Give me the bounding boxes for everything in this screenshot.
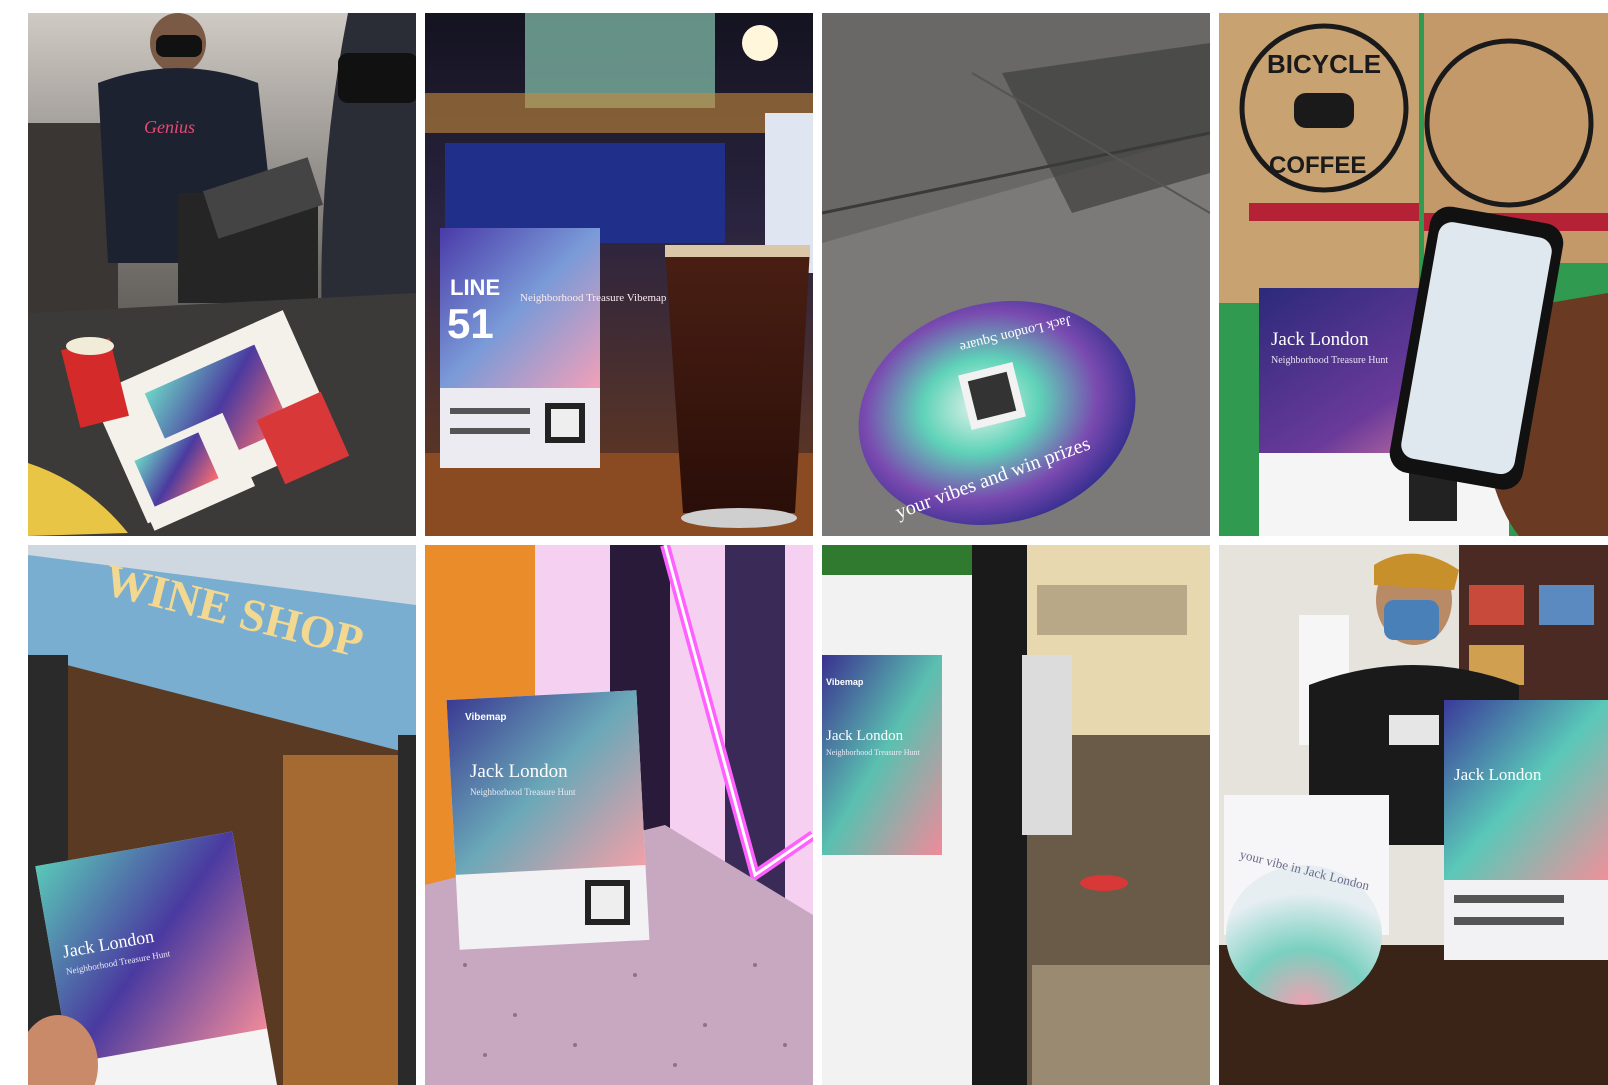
coffee-scene: BICYCLE COFFEE Jack London Neighborhood …: [1219, 13, 1608, 536]
bar-scene: LINE 51 Neighborhood Treasure Vibemap: [425, 13, 813, 536]
window-scene: Jack London Neighborhood Treasure Hunt V…: [822, 545, 1210, 1085]
photo-tile-wine-shop[interactable]: WINE SHOP Jack London Neighborhood Treas…: [28, 545, 416, 1085]
sign-line-text: LINE: [450, 275, 500, 300]
photo-tile-barista[interactable]: your vibe in Jack London Jack London: [1219, 545, 1608, 1085]
photo-tile-coffee[interactable]: BICYCLE COFFEE Jack London Neighborhood …: [1219, 13, 1608, 536]
sign-number-text: 51: [447, 300, 494, 347]
neon-scene: Vibemap Jack London Neighborhood Treasur…: [425, 545, 813, 1085]
tent-brand: Vibemap: [465, 712, 507, 723]
flyer-title: Jack London: [826, 728, 904, 744]
barista-scene: your vibe in Jack London Jack London: [1219, 545, 1608, 1085]
sidewalk-scene: your vibes and win prizes Jack London Sq…: [822, 13, 1210, 536]
flyer-title: Jack London: [470, 761, 568, 782]
photo-tile-cashier[interactable]: Genius: [28, 13, 416, 536]
cashier-scene: Genius: [28, 13, 416, 536]
bag-brand-top: BICYCLE: [1267, 49, 1381, 79]
shirt-text: Genius: [144, 117, 195, 137]
photo-grid: Genius LINE 51 Neighborhood Treasure Vib…: [0, 0, 1608, 1085]
photo-tile-sidewalk[interactable]: your vibes and win prizes Jack London Sq…: [822, 13, 1210, 536]
flyer-subtitle: Neighborhood Treasure Hunt: [1271, 355, 1388, 366]
photo-tile-neon[interactable]: Vibemap Jack London Neighborhood Treasur…: [425, 545, 813, 1085]
poster-brand: Vibemap: [826, 677, 864, 687]
sign-heading-text: Neighborhood Treasure Vibemap: [520, 292, 667, 304]
flyer-title: Jack London: [1454, 765, 1542, 784]
flyer-subtitle: Neighborhood Treasure Hunt: [826, 748, 921, 757]
flyer-subtitle: Neighborhood Treasure Hunt: [470, 787, 576, 797]
flyer-title: Jack London: [1271, 329, 1369, 350]
wine-shop-scene: WINE SHOP Jack London Neighborhood Treas…: [28, 545, 416, 1085]
photo-tile-bar[interactable]: LINE 51 Neighborhood Treasure Vibemap: [425, 13, 813, 536]
photo-tile-window[interactable]: Jack London Neighborhood Treasure Hunt V…: [822, 545, 1210, 1085]
bag-brand-bottom: COFFEE: [1269, 152, 1366, 179]
